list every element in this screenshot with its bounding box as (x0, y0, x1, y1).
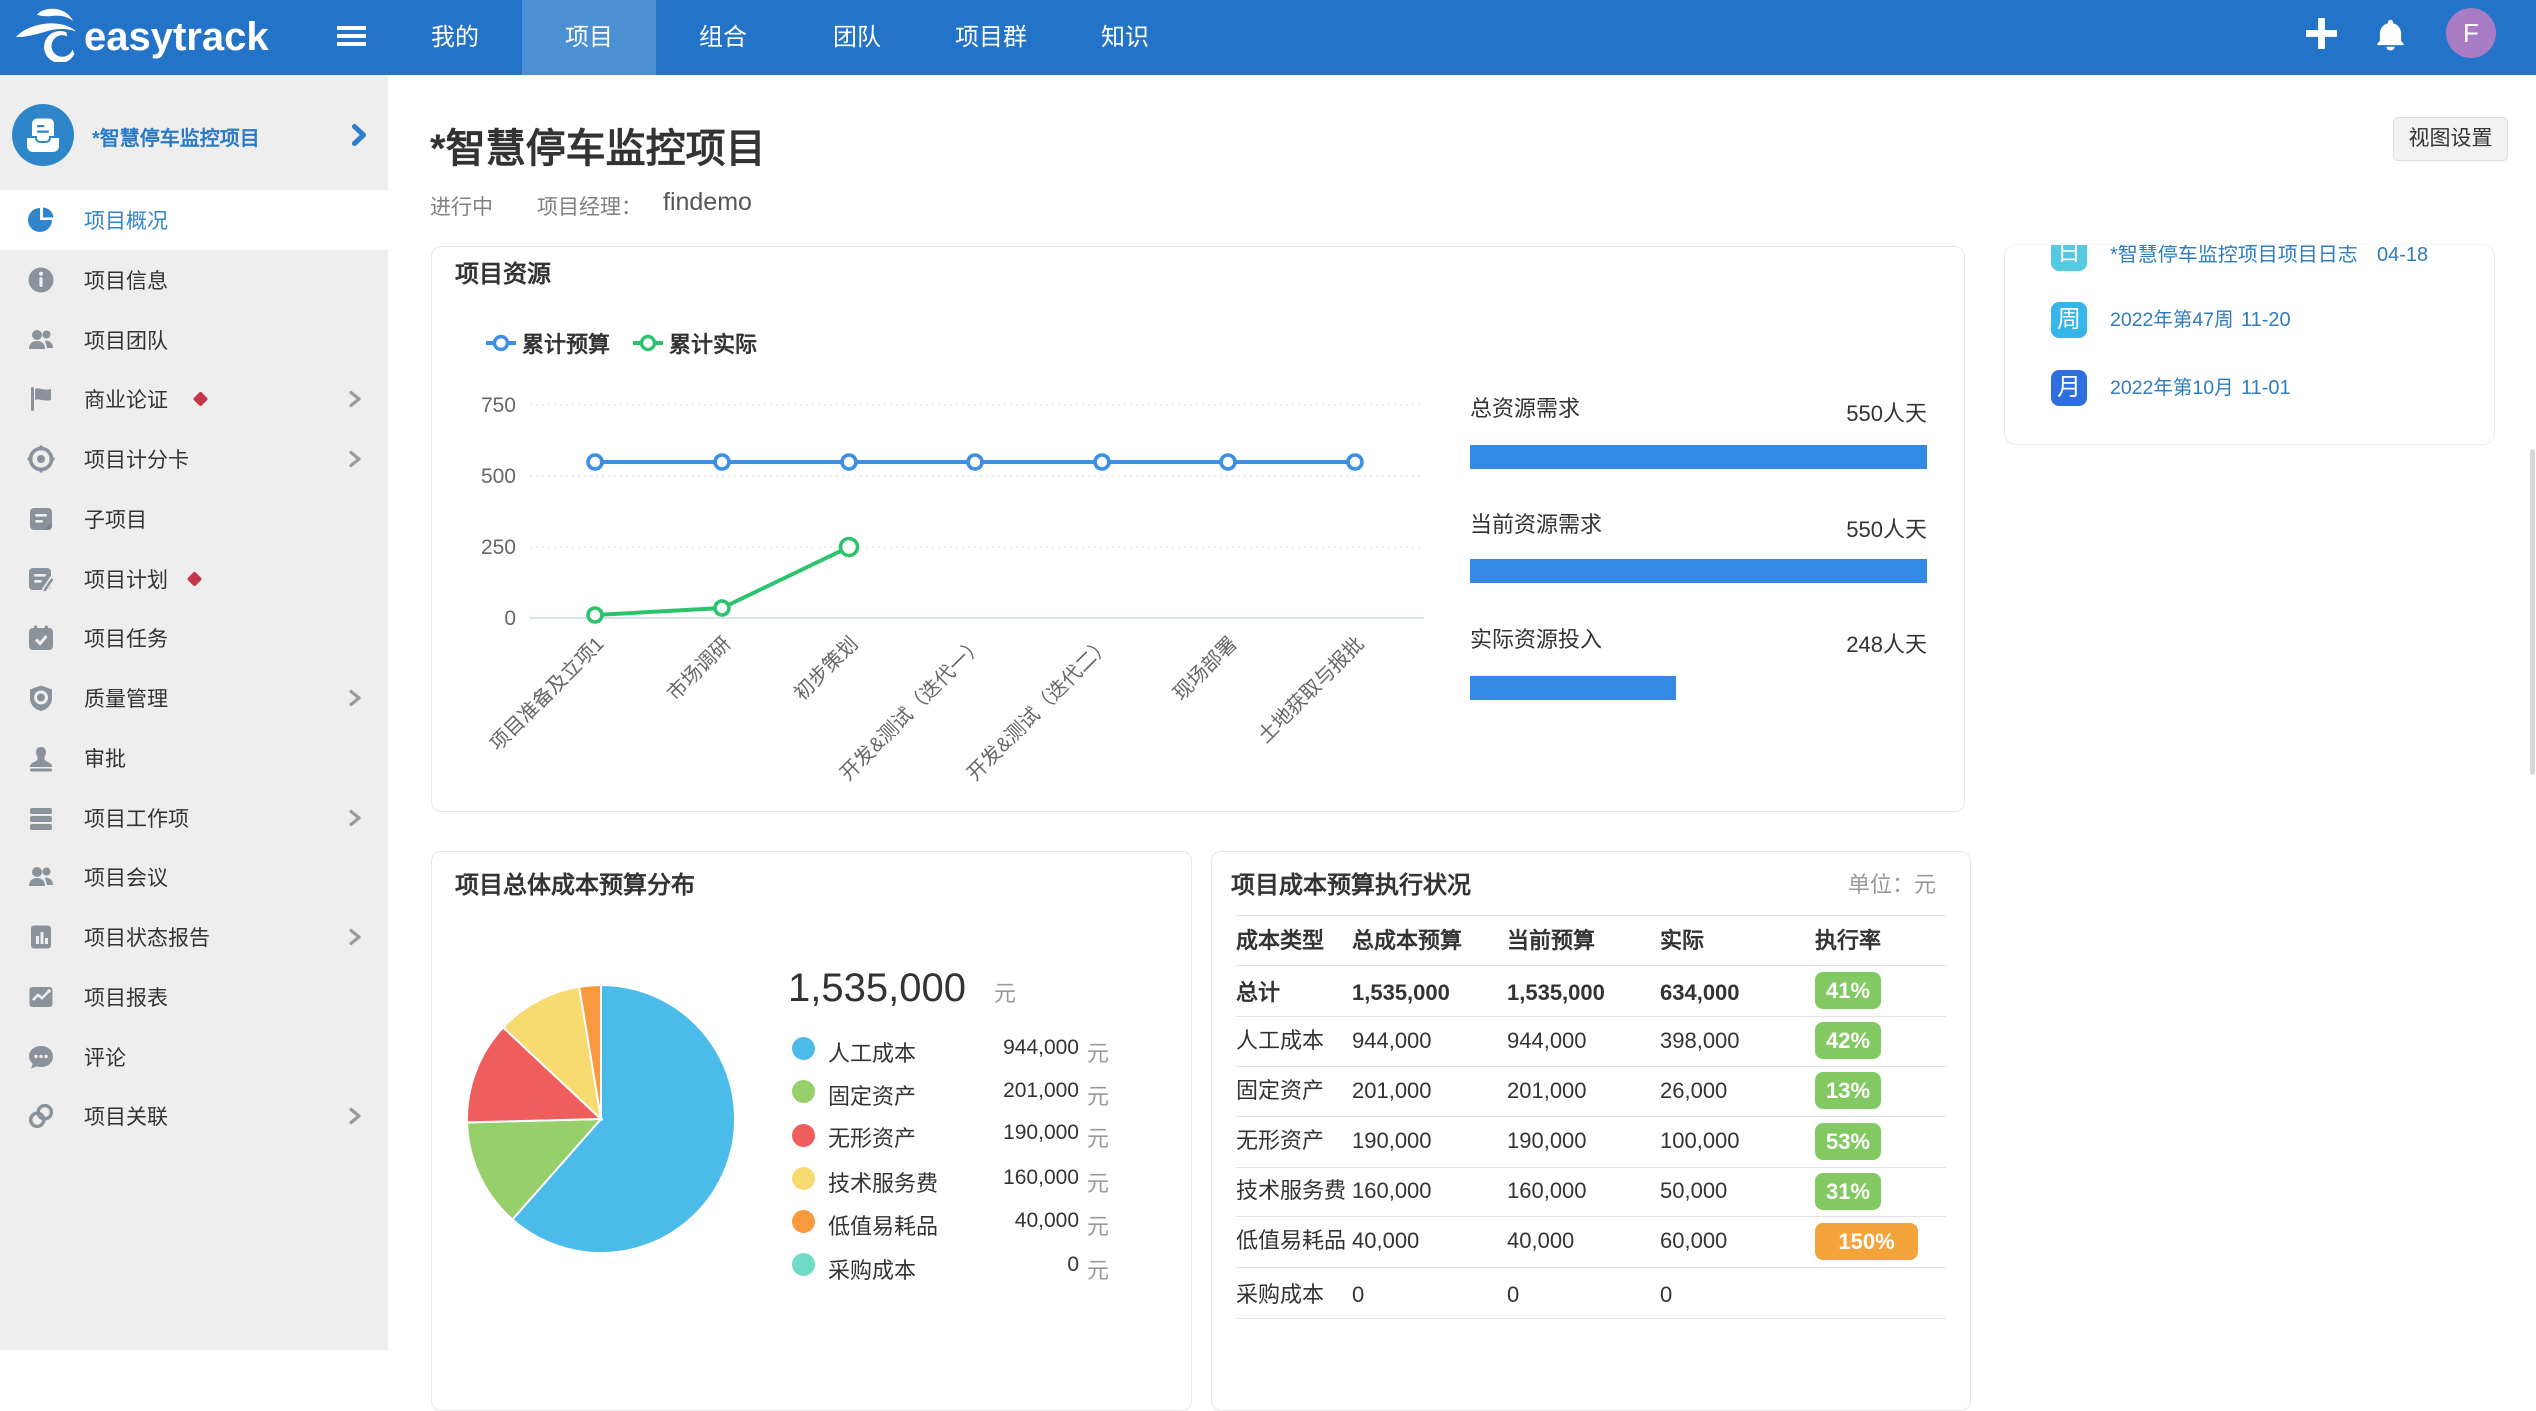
svg-text:750: 750 (481, 394, 516, 417)
svg-text:0: 0 (504, 607, 516, 630)
svg-text:250: 250 (481, 536, 516, 559)
svg-text:项目准备及立项1: 项目准备及立项1 (485, 632, 608, 755)
svg-text:开发&测试（迭代二）: 开发&测试（迭代二） (963, 632, 1116, 785)
svg-text:土地获取与报批: 土地获取与报批 (1253, 632, 1368, 747)
svg-text:开发&测试（迭代一）: 开发&测试（迭代一） (836, 632, 989, 785)
svg-text:500: 500 (481, 465, 516, 488)
svg-text:市场调研: 市场调研 (663, 632, 736, 705)
svg-text:初步策划: 初步策划 (790, 632, 863, 705)
svg-text:现场部署: 现场部署 (1169, 632, 1242, 705)
